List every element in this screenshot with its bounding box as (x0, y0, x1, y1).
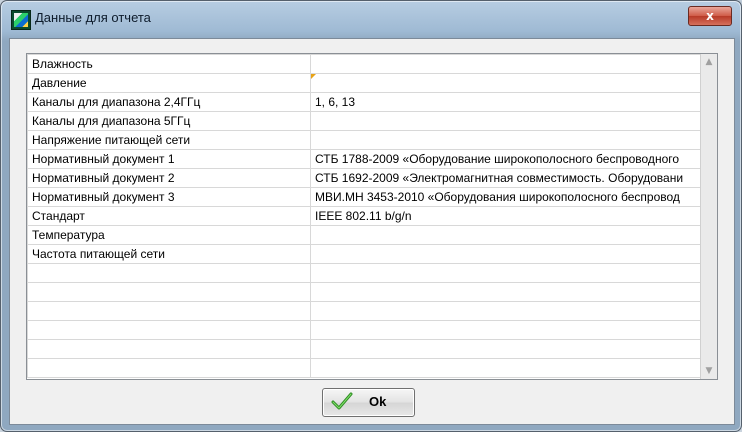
app-icon (11, 10, 31, 30)
param-value-cell[interactable] (310, 54, 712, 74)
table-row[interactable]: Влажность (27, 54, 712, 74)
param-value-text: СТБ 1788-2009 «Оборудование широкополосн… (315, 152, 680, 166)
close-button[interactable]: x (688, 6, 732, 26)
table-row[interactable]: Нормативный документ 3 МВИ.МН 3453-2010 «… (27, 187, 712, 207)
param-name-cell (27, 339, 311, 359)
edit-marker (311, 74, 316, 79)
param-name-cell: Напряжение питающей сети (27, 130, 311, 150)
param-name-cell: Частота питающей сети (27, 244, 311, 264)
table-row[interactable]: Напряжение питающей сети (27, 130, 712, 150)
table-row[interactable] (27, 301, 712, 321)
check-icon (331, 392, 353, 410)
ok-label: Ok (369, 394, 387, 409)
chevron-up-icon[interactable]: ▲ (701, 54, 717, 70)
table-row[interactable] (27, 320, 712, 340)
table-row[interactable] (27, 339, 712, 359)
param-name-cell: Нормативный документ 2 (27, 168, 311, 188)
param-name-cell (27, 282, 311, 302)
parameters-table: Влажность Давление Каналы для диапазона 2,… (27, 54, 712, 378)
param-value-cell[interactable]: МВИ.МН 3453-2010 «Оборудования широкопол… (310, 187, 712, 207)
param-value-text: СТБ 1692-2009 «Электромагнитная совмести… (315, 171, 684, 185)
param-name-cell: Нормативный документ 3 (27, 187, 311, 207)
param-name-cell: Стандарт (27, 206, 311, 226)
param-value-cell[interactable] (310, 130, 712, 150)
vertical-scrollbar[interactable]: ▲ ▼ (700, 54, 717, 379)
param-value-text: МВИ.МН 3453-2010 «Оборудования широкопол… (315, 190, 680, 204)
param-name-cell (27, 320, 311, 340)
table-row[interactable]: Нормативный документ 1 СТБ 1788-2009 «Обо… (27, 149, 712, 169)
table-row[interactable]: Частота питающей сети (27, 244, 712, 264)
param-value-text: IEEE 802.11 b/g/n (315, 209, 412, 223)
param-value-cell[interactable] (310, 225, 712, 245)
param-name-cell (27, 358, 311, 378)
table-row[interactable] (27, 282, 712, 302)
title-bar[interactable]: Данные для отчета x (1, 1, 741, 37)
param-value-cell[interactable] (310, 263, 712, 283)
param-value-cell[interactable] (310, 282, 712, 302)
data-grid[interactable]: Влажность Давление Каналы для диапазона 2,… (26, 53, 718, 380)
param-name-cell: Нормативный документ 1 (27, 149, 311, 169)
param-value-cell[interactable]: 1, 6, 13 (310, 92, 712, 112)
param-value-text: 1, 6, 13 (315, 95, 356, 109)
param-value-cell[interactable]: IEEE 802.11 b/g/n (310, 206, 712, 226)
table-row[interactable] (27, 263, 712, 283)
table-row[interactable]: Нормативный документ 2 СТБ 1692-2009 «Эле… (27, 168, 712, 188)
ok-button[interactable]: Ok (322, 388, 415, 417)
report-data-dialog: Данные для отчета x Влажность Давление Кан… (0, 0, 742, 432)
table-row[interactable]: Каналы для диапазона 2,4ГГц 1, 6, 13 (27, 92, 712, 112)
chevron-down-icon[interactable]: ▼ (701, 363, 717, 379)
dialog-client-area: Влажность Давление Каналы для диапазона 2,… (9, 38, 735, 425)
table-row[interactable]: Температура (27, 225, 712, 245)
table-row[interactable] (27, 358, 712, 378)
param-value-cell[interactable] (310, 301, 712, 321)
param-value-cell[interactable] (310, 111, 712, 131)
param-value-cell[interactable] (310, 339, 712, 359)
window-title: Данные для отчета (35, 10, 151, 25)
param-name-cell: Влажность (27, 54, 311, 74)
param-value-cell[interactable] (310, 320, 712, 340)
param-value-cell[interactable] (310, 73, 712, 93)
param-name-cell (27, 301, 311, 321)
table-row[interactable]: Стандарт IEEE 802.11 b/g/n (27, 206, 712, 226)
param-name-cell: Давление (27, 73, 311, 93)
table-row[interactable]: Каналы для диапазона 5ГГц (27, 111, 712, 131)
param-name-cell (27, 263, 311, 283)
param-value-cell[interactable] (310, 358, 712, 378)
param-value-cell[interactable] (310, 244, 712, 264)
param-name-cell: Каналы для диапазона 5ГГц (27, 111, 311, 131)
param-name-cell: Температура (27, 225, 311, 245)
param-value-cell[interactable]: СТБ 1788-2009 «Оборудование широкополосн… (310, 149, 712, 169)
table-row[interactable]: Давление (27, 73, 712, 93)
param-value-cell[interactable]: СТБ 1692-2009 «Электромагнитная совмести… (310, 168, 712, 188)
param-name-cell: Каналы для диапазона 2,4ГГц (27, 92, 311, 112)
